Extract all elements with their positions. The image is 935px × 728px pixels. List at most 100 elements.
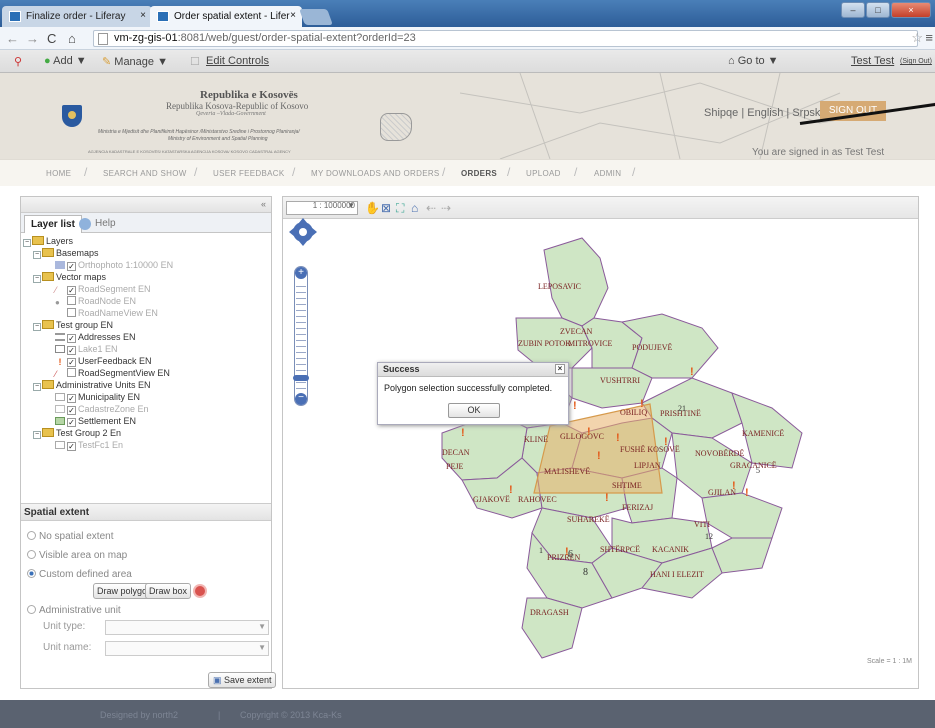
next-view-icon[interactable]: ⇢ <box>441 201 451 215</box>
feedback-marker-icon[interactable]: ! <box>616 432 620 444</box>
minimize-icon[interactable]: – <box>841 2 865 18</box>
back-icon[interactable]: ← <box>6 31 19 46</box>
reload-icon[interactable]: C <box>47 31 56 46</box>
dialog-close-icon[interactable]: × <box>555 364 565 374</box>
map-label: GRACANICË <box>730 461 777 470</box>
tab-order-spatial-extent[interactable]: Order spatial extent - Lifer × <box>150 6 302 27</box>
close-tab-icon[interactable]: × <box>140 10 146 21</box>
nav-admin[interactable]: ADMIN <box>594 169 621 178</box>
address-cluster-marker[interactable]: 6 <box>568 549 573 560</box>
tree-node-administrative-units[interactable]: − Administrative Units EN <box>33 379 151 391</box>
radio-administrative-unit[interactable]: Administrative unit <box>27 605 121 616</box>
scale-select[interactable]: 1 : 1000000 ▼ <box>286 201 358 215</box>
nav-my-downloads-and-orders[interactable]: MY DOWNLOADS AND ORDERS <box>311 169 440 178</box>
layer-lake[interactable]: ✓ Lake1 EN <box>55 343 118 355</box>
address-cluster-marker[interactable]: 5 <box>756 466 760 475</box>
layer-orthophoto[interactable]: ✓ Orthophoto 1:10000 EN <box>55 259 173 271</box>
map-label: MITROVICE <box>568 339 613 348</box>
map-label: GJAKOVË <box>473 495 510 504</box>
pan-hand-icon[interactable]: ✋ <box>365 201 380 215</box>
nav-home[interactable]: HOME <box>46 169 71 178</box>
map-label: ZUBIN POTOK <box>518 339 571 348</box>
layer-addresses[interactable]: ✓ Addresses EN <box>55 331 136 343</box>
header-ministry-local: Ministria e Mjedisit dhe Planifikimit Ha… <box>98 129 300 135</box>
feedback-marker-icon[interactable]: ! <box>587 426 591 438</box>
layer-testfc1[interactable]: ✓ TestFc1 En <box>55 439 123 451</box>
feedback-marker-icon[interactable]: ! <box>597 450 601 462</box>
zoom-extent-icon[interactable]: ⛶ <box>396 201 404 216</box>
feedback-marker-icon[interactable]: ! <box>745 487 749 499</box>
layer-roadsegmentview[interactable]: ⁄ RoadSegmentView EN <box>55 367 170 379</box>
tab-help[interactable]: Help <box>75 215 122 233</box>
draw-box-button[interactable]: Draw box <box>145 583 192 599</box>
previous-view-icon[interactable]: ⇠ <box>426 201 436 215</box>
unit-name-select[interactable]: ▼ <box>105 641 269 656</box>
new-tab-button[interactable] <box>299 9 333 25</box>
tree-node-vector-maps[interactable]: − Vector maps <box>33 271 106 283</box>
edit-controls-checkbox[interactable]: ☐ <box>190 55 200 68</box>
nav-upload[interactable]: UPLOAD <box>526 169 561 178</box>
layer-municipality[interactable]: ✓ Municipality EN <box>55 391 140 403</box>
layer-roadsegment[interactable]: ⁄ ✓ RoadSegment EN <box>55 283 151 295</box>
tab-finalize-order[interactable]: Finalize order - Liferay × <box>2 6 152 27</box>
layer-roadnode[interactable]: ● RoadNode EN <box>55 295 136 307</box>
edit-controls-link[interactable]: Edit Controls <box>206 55 269 67</box>
address-cluster-marker[interactable]: 8 <box>583 567 588 578</box>
unit-name-label: Unit name: <box>43 642 92 653</box>
zoom-box-icon[interactable]: ⊠ <box>381 201 391 215</box>
address-cluster-marker[interactable]: 1 <box>539 546 543 555</box>
feedback-marker-icon[interactable]: ! <box>664 436 668 448</box>
feedback-marker-icon[interactable]: ! <box>690 366 694 378</box>
feedback-marker-icon[interactable]: ! <box>573 400 577 412</box>
layer-cadastrezone[interactable]: ✓ CadastreZone En <box>55 403 149 415</box>
feedback-marker-icon[interactable]: ! <box>640 398 644 410</box>
tree-node-layers[interactable]: − Layers <box>23 235 73 247</box>
chevron-down-icon: ▼ <box>347 201 355 210</box>
header-subtitle: Republika Kosova-Republic of Kosovo <box>166 101 309 111</box>
maximize-icon[interactable]: □ <box>866 2 890 18</box>
bookmark-star-icon[interactable]: ☆ <box>911 30 923 46</box>
map-toolbar: 1 : 1000000 ▼ ✋ ⊠ ⛶ ⌂ ⇠ ⇢ <box>283 197 918 219</box>
tree-node-test-group[interactable]: − Test group EN <box>33 319 113 331</box>
tree-node-test-group-2[interactable]: − Test Group 2 En <box>33 427 121 439</box>
address-cluster-marker[interactable]: 12 <box>705 532 713 541</box>
feedback-marker-icon[interactable]: ! <box>732 480 736 492</box>
layer-roadnameview[interactable]: RoadNameView EN <box>67 307 158 319</box>
feedback-marker-icon[interactable]: ! <box>605 492 609 504</box>
nav-user-feedback[interactable]: USER FEEDBACK <box>213 169 284 178</box>
liferay-pin-icon[interactable]: ⚲ <box>14 55 22 68</box>
lang-english-link[interactable]: English <box>747 107 783 119</box>
close-tab-icon[interactable]: × <box>290 10 296 21</box>
nav-orders[interactable]: ORDERS <box>461 169 497 178</box>
add-menu[interactable]: ● Add ▼ <box>44 55 87 67</box>
address-cluster-marker[interactable]: 21 <box>678 404 686 413</box>
feedback-marker-icon[interactable]: ! <box>509 484 513 496</box>
layer-userfeedback[interactable]: ! ✓ UserFeedback EN <box>55 355 152 367</box>
save-extent-button[interactable]: ▣ Save extent <box>208 672 276 688</box>
close-window-icon[interactable]: × <box>891 2 931 18</box>
tab-layer-list[interactable]: Layer list <box>24 215 82 233</box>
radio-no-spatial-extent[interactable]: No spatial extent <box>27 531 114 542</box>
lang-albanian-link[interactable]: Shipqe <box>704 107 738 119</box>
dialog-ok-button[interactable]: OK <box>448 403 500 418</box>
url-field[interactable]: vm-zg-gis-01:8081/web/guest/order-spatia… <box>93 30 918 47</box>
chevron-down-icon: ▼ <box>258 622 266 631</box>
lang-serbian-link[interactable]: Srpski <box>792 107 823 119</box>
browser-menu-icon[interactable]: ≡ <box>925 30 933 45</box>
tree-node-basemaps[interactable]: − Basemaps <box>33 247 99 259</box>
forward-icon[interactable]: → <box>26 31 39 46</box>
goto-menu[interactable]: ⌂ Go to ▼ <box>728 55 779 67</box>
manage-menu[interactable]: ✎ Manage ▼ <box>102 55 168 68</box>
radio-visible-area[interactable]: Visible area on map <box>27 550 127 561</box>
feedback-marker-icon[interactable]: ! <box>461 427 465 439</box>
clear-extent-icon[interactable] <box>193 584 207 598</box>
layer-settlement[interactable]: ✓ Settlement EN <box>55 415 136 427</box>
sign-out-small-link[interactable]: (Sign Out) <box>900 58 932 65</box>
home-view-icon[interactable]: ⌂ <box>411 201 418 215</box>
home-icon[interactable]: ⌂ <box>68 31 76 46</box>
collapse-panel-icon[interactable]: « <box>261 199 266 209</box>
radio-custom-area[interactable]: Custom defined area <box>27 569 132 580</box>
nav-search-and-show[interactable]: SEARCH AND SHOW <box>103 169 187 178</box>
unit-type-select[interactable]: ▼ <box>105 620 269 635</box>
user-link[interactable]: Test Test <box>851 55 894 67</box>
